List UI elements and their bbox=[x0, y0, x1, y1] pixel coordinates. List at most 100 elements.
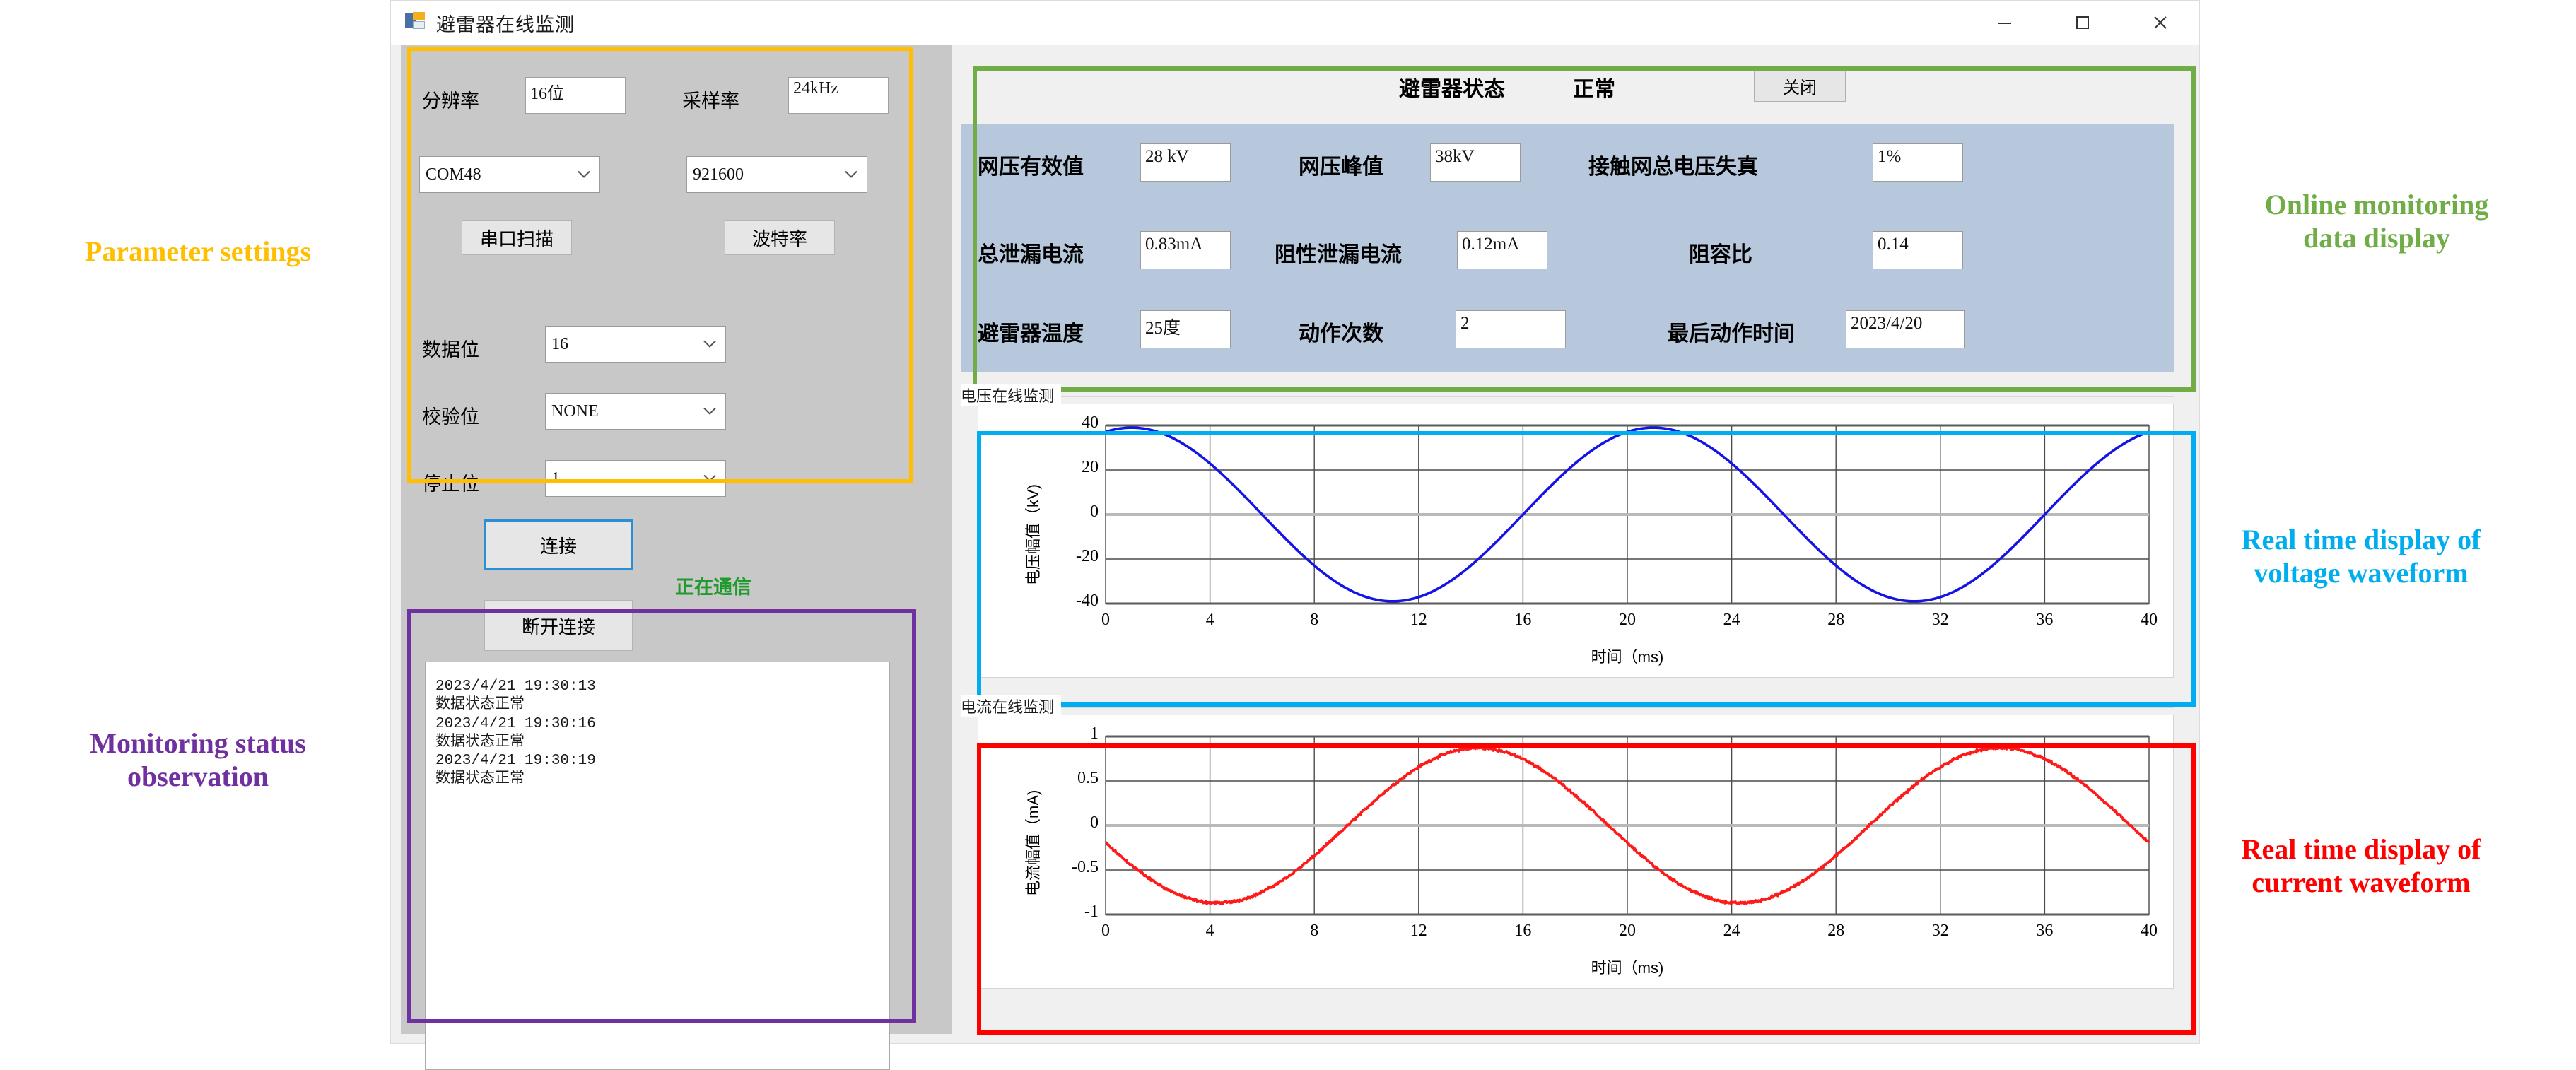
voltage-chart: 40200-20-400481216202428323640时间（ms)电压幅值… bbox=[978, 404, 2174, 678]
close-icon[interactable] bbox=[2121, 1, 2199, 45]
communication-status: 正在通信 bbox=[675, 572, 751, 599]
chevron-down-icon bbox=[703, 402, 717, 421]
measurement-value-6[interactable]: 25度 bbox=[1140, 310, 1231, 348]
voltage-chart-caption: 电压在线监测 bbox=[961, 384, 1061, 406]
baud-rate-button[interactable]: 波特率 bbox=[725, 220, 835, 255]
sample-rate-input[interactable]: 24kHz bbox=[788, 77, 889, 114]
current-waveform-ytick-2: 0 bbox=[1041, 813, 1099, 833]
current-waveform-xtick-0: 0 bbox=[1077, 922, 1134, 941]
arrester-status-header: 避雷器状态 正常 关闭 bbox=[961, 50, 2174, 124]
annotation-label-monitoring-status: Monitoring status observation bbox=[7, 727, 389, 793]
current-waveform-ytick-4: -1 bbox=[1041, 903, 1099, 922]
measurement-label-2: 接触网总电压失真 bbox=[1588, 149, 1758, 180]
window-title: 避雷器在线监测 bbox=[436, 9, 575, 37]
measurement-label-7: 动作次数 bbox=[1299, 316, 1383, 347]
current-waveform-xtick-3: 12 bbox=[1391, 922, 1447, 941]
voltage-waveform-xtick-9: 36 bbox=[2016, 611, 2073, 630]
voltage-waveform-xtick-8: 32 bbox=[1912, 611, 1969, 630]
current-waveform-xtick-10: 40 bbox=[2121, 922, 2177, 941]
voltage-waveform-xtick-1: 4 bbox=[1182, 611, 1239, 630]
measurement-value-4[interactable]: 0.12mA bbox=[1457, 231, 1547, 269]
application-window: 避雷器在线监测 分辨率 16位 采样率 24kHz COM48 921600 bbox=[390, 0, 2200, 1044]
parity-value: NONE bbox=[551, 402, 599, 421]
voltage-waveform-xtick-2: 8 bbox=[1286, 611, 1342, 630]
serial-parameter-group: 分辨率 16位 采样率 24kHz COM48 921600 串口扫描 波特率 … bbox=[406, 52, 944, 490]
measurement-label-5: 阻容比 bbox=[1689, 237, 1752, 268]
parity-label: 校验位 bbox=[422, 401, 479, 429]
voltage-waveform-xtick-5: 20 bbox=[1599, 611, 1656, 630]
data-bits-select[interactable]: 16 bbox=[545, 326, 726, 363]
current-waveform-xtick-7: 28 bbox=[1808, 922, 1864, 941]
annotation-label-parameter-settings: Parameter settings bbox=[7, 235, 389, 268]
data-bits-value: 16 bbox=[551, 335, 568, 354]
measurement-value-3[interactable]: 0.83mA bbox=[1140, 231, 1231, 269]
chevron-down-icon bbox=[703, 469, 717, 488]
parity-select[interactable]: NONE bbox=[545, 393, 726, 430]
voltage-waveform-ytick-1: 20 bbox=[1041, 458, 1099, 477]
measurement-label-1: 网压峰值 bbox=[1299, 149, 1383, 180]
current-waveform-ylabel: 电流幅值（mA) bbox=[1021, 790, 1043, 896]
serial-port-value: COM48 bbox=[426, 165, 481, 184]
annotation-label-online-data: Online monitoring data display bbox=[2182, 188, 2572, 254]
disconnect-button[interactable]: 断开连接 bbox=[484, 600, 633, 651]
voltage-waveform-xtick-10: 40 bbox=[2121, 611, 2177, 630]
measurement-label-6: 避雷器温度 bbox=[978, 316, 1084, 347]
measurement-data-panel: 网压有效值 28 kV 网压峰值 38kV 接触网总电压失真 1% 总泄漏电流 … bbox=[961, 124, 2174, 372]
current-waveform-xtick-6: 24 bbox=[1704, 922, 1760, 941]
voltage-waveform-ytick-3: -20 bbox=[1041, 547, 1099, 566]
voltage-waveform-xtick-6: 24 bbox=[1704, 611, 1760, 630]
measurement-value-7[interactable]: 2 bbox=[1456, 310, 1566, 348]
voltage-waveform-xtick-0: 0 bbox=[1077, 611, 1134, 630]
monitoring-log-textarea[interactable]: 2023/4/21 19:30:13 数据状态正常 2023/4/21 19:3… bbox=[425, 662, 890, 1070]
voltage-waveform-ylabel: 电压幅值（kV) bbox=[1021, 484, 1043, 585]
parameter-settings-panel: 分辨率 16位 采样率 24kHz COM48 921600 串口扫描 波特率 … bbox=[401, 45, 952, 1034]
resolution-input[interactable]: 16位 bbox=[525, 77, 626, 114]
current-waveform-ytick-1: 0.5 bbox=[1041, 769, 1099, 788]
voltage-waveform-ytick-4: -40 bbox=[1041, 592, 1099, 611]
monitoring-area: 避雷器状态 正常 关闭 网压有效值 28 kV 网压峰值 38kV 接触网总电压… bbox=[961, 45, 2191, 1034]
stop-bits-value: 1 bbox=[551, 469, 560, 488]
current-waveform-plot bbox=[978, 715, 2173, 988]
measurement-value-2[interactable]: 1% bbox=[1873, 143, 1963, 182]
current-waveform-xtick-2: 8 bbox=[1286, 922, 1342, 941]
current-chart: 10.50-0.5-10481216202428323640时间（ms)电流幅值… bbox=[978, 715, 2174, 989]
current-waveform-ytick-3: -0.5 bbox=[1041, 858, 1099, 877]
baud-rate-value: 921600 bbox=[693, 165, 744, 184]
measurement-label-3: 总泄漏电流 bbox=[978, 237, 1084, 268]
stop-bits-select[interactable]: 1 bbox=[545, 460, 726, 497]
arrester-status-value: 正常 bbox=[1573, 71, 1615, 102]
measurement-label-0: 网压有效值 bbox=[978, 149, 1084, 180]
app-icon bbox=[405, 12, 426, 33]
measurement-value-5[interactable]: 0.14 bbox=[1873, 231, 1963, 269]
current-waveform-xtick-4: 16 bbox=[1494, 922, 1551, 941]
current-waveform-ytick-0: 1 bbox=[1041, 724, 1099, 743]
data-bits-label: 数据位 bbox=[422, 334, 479, 362]
voltage-waveform-xtick-7: 28 bbox=[1808, 611, 1864, 630]
serial-port-select[interactable]: COM48 bbox=[419, 156, 600, 193]
annotation-label-voltage-waveform: Real time display of voltage waveform bbox=[2149, 523, 2573, 589]
annotation-label-current-waveform: Real time display of current waveform bbox=[2149, 833, 2573, 899]
maximize-icon[interactable] bbox=[2044, 1, 2121, 45]
minimize-icon[interactable] bbox=[1966, 1, 2044, 45]
measurement-value-0[interactable]: 28 kV bbox=[1140, 143, 1231, 182]
current-waveform-xtick-1: 4 bbox=[1182, 922, 1239, 941]
chevron-down-icon bbox=[577, 165, 591, 184]
connect-button[interactable]: 连接 bbox=[484, 519, 633, 570]
current-waveform-xtick-8: 32 bbox=[1912, 922, 1969, 941]
measurement-value-1[interactable]: 38kV bbox=[1430, 143, 1521, 182]
voltage-waveform-ytick-0: 40 bbox=[1041, 413, 1099, 433]
current-waveform-xtick-9: 36 bbox=[2016, 922, 2073, 941]
current-waveform-xtick-5: 20 bbox=[1599, 922, 1656, 941]
title-bar: 避雷器在线监测 bbox=[391, 1, 2199, 45]
chevron-down-icon bbox=[703, 335, 717, 354]
voltage-waveform-ytick-2: 0 bbox=[1041, 502, 1099, 522]
measurement-label-4: 阻性泄漏电流 bbox=[1275, 237, 1402, 268]
scan-ports-button[interactable]: 串口扫描 bbox=[462, 220, 572, 255]
voltage-waveform-xtick-4: 16 bbox=[1494, 611, 1551, 630]
measurement-value-8[interactable]: 2023/4/20 bbox=[1846, 310, 1965, 348]
chevron-down-icon bbox=[844, 165, 858, 184]
current-chart-caption: 电流在线监测 bbox=[961, 695, 1061, 717]
resolution-label: 分辨率 bbox=[422, 86, 479, 113]
close-button[interactable]: 关闭 bbox=[1754, 69, 1846, 102]
baud-rate-select[interactable]: 921600 bbox=[686, 156, 867, 193]
